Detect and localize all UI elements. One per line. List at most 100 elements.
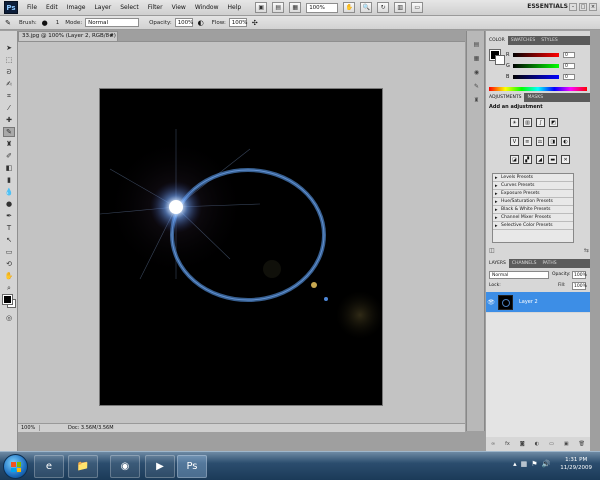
photo-filter-icon[interactable]: ◐ bbox=[561, 137, 570, 146]
new-adjustment-icon[interactable]: ⇆ bbox=[584, 247, 589, 254]
layer-row[interactable]: 👁 Layer 2 bbox=[486, 292, 590, 312]
color-spectrum[interactable] bbox=[489, 87, 587, 91]
selective-color-icon[interactable]: ✕ bbox=[561, 155, 570, 164]
menu-edit[interactable]: Edit bbox=[46, 4, 58, 11]
menu-layer[interactable]: Layer bbox=[94, 4, 111, 11]
adjustment-layer-icon[interactable]: ◐ bbox=[535, 441, 539, 447]
tab-channels[interactable]: CHANNELS bbox=[509, 259, 540, 268]
preset-item[interactable]: Channel Mixer Presets bbox=[493, 214, 573, 222]
exposure-icon[interactable]: ◩ bbox=[549, 118, 558, 127]
green-value[interactable]: 0 bbox=[563, 62, 575, 69]
tab-swatches[interactable]: SWATCHES bbox=[508, 36, 539, 45]
preset-item[interactable]: Levels Presets bbox=[493, 174, 573, 182]
menu-window[interactable]: Window bbox=[195, 4, 219, 11]
delete-layer-icon[interactable]: 🗑 bbox=[579, 441, 585, 447]
preset-item[interactable]: Curves Presets bbox=[493, 182, 573, 190]
brush-tool-icon[interactable]: ✎ bbox=[3, 18, 13, 27]
tab-masks[interactable]: MASKS bbox=[524, 93, 546, 102]
zoom-tool-icon[interactable]: ⌕ bbox=[3, 283, 15, 293]
minimize-icon[interactable]: – bbox=[569, 3, 577, 11]
clock[interactable]: 1:31 PM 11/29/2009 bbox=[560, 456, 592, 472]
preset-item[interactable]: Black & White Presets bbox=[493, 206, 573, 214]
lasso-tool-icon[interactable]: ᘐ bbox=[3, 67, 15, 77]
menu-help[interactable]: Help bbox=[228, 4, 242, 11]
view-extras-icon[interactable]: ▦ bbox=[289, 2, 302, 13]
path-select-tool-icon[interactable]: ↖ bbox=[3, 235, 15, 245]
mini-bridge-icon[interactable]: ▤ bbox=[272, 2, 285, 13]
menu-view[interactable]: View bbox=[172, 4, 186, 11]
rotate-view-icon[interactable]: ↻ bbox=[377, 2, 390, 13]
zoom-icon[interactable]: 🔍 bbox=[360, 2, 373, 13]
preset-item[interactable]: Selective Color Presets bbox=[493, 222, 573, 230]
3d-rotate-tool-icon[interactable]: ⟲ bbox=[3, 259, 15, 269]
move-tool-icon[interactable]: ➤ bbox=[3, 43, 15, 53]
layer-opacity-input[interactable]: 100% bbox=[572, 271, 587, 279]
new-layer-icon[interactable]: ▣ bbox=[564, 441, 569, 447]
dodge-tool-icon[interactable]: ● bbox=[3, 199, 15, 209]
menu-select[interactable]: Select bbox=[120, 4, 139, 11]
canvas-area[interactable] bbox=[18, 42, 465, 423]
workspace-switcher[interactable]: ESSENTIALS bbox=[527, 3, 568, 10]
red-slider[interactable] bbox=[513, 52, 559, 57]
brightness-icon[interactable]: ☀ bbox=[510, 118, 519, 127]
curves-icon[interactable]: ∫ bbox=[536, 118, 545, 127]
threshold-icon[interactable]: ◢ bbox=[535, 155, 545, 164]
green-slider[interactable] bbox=[513, 63, 559, 68]
opacity-input[interactable]: 100% bbox=[174, 18, 193, 27]
preset-item[interactable]: Exposure Presets bbox=[493, 190, 573, 198]
start-button[interactable] bbox=[3, 454, 28, 479]
blue-value[interactable]: 0 bbox=[563, 73, 575, 80]
show-hidden-icons-icon[interactable]: ▴ bbox=[513, 460, 517, 468]
shape-tool-icon[interactable]: ▭ bbox=[3, 247, 15, 257]
eye-icon[interactable]: 👁 bbox=[486, 299, 496, 306]
brush-tool-icon[interactable]: ✎ bbox=[3, 127, 15, 137]
tab-layers[interactable]: LAYERS bbox=[486, 259, 509, 268]
gradient-tool-icon[interactable]: ▮ bbox=[3, 175, 15, 185]
tab-styles[interactable]: STYLES bbox=[538, 36, 561, 45]
color-balance-icon[interactable]: ⚖ bbox=[535, 137, 545, 146]
brushes-panel-icon[interactable]: ✎ bbox=[471, 81, 482, 91]
gradient-map-icon[interactable]: ▬ bbox=[548, 155, 558, 164]
red-value[interactable]: 0 bbox=[563, 51, 575, 58]
foreground-color-swatch[interactable] bbox=[2, 294, 13, 305]
invert-icon[interactable]: ◪ bbox=[510, 155, 519, 164]
blue-slider[interactable] bbox=[513, 74, 559, 79]
brush-preset-picker[interactable]: ● bbox=[40, 18, 50, 27]
volume-icon[interactable]: 🔊 bbox=[542, 460, 551, 468]
media-player-icon[interactable]: ▶ bbox=[145, 455, 175, 478]
blend-mode-select[interactable]: Normal bbox=[489, 271, 549, 279]
menu-image[interactable]: Image bbox=[67, 4, 86, 11]
document-canvas[interactable] bbox=[100, 89, 382, 405]
add-mask-icon[interactable]: ◙ bbox=[520, 441, 525, 447]
flag-icon[interactable]: ⚑ bbox=[531, 460, 537, 468]
new-group-icon[interactable]: ▭ bbox=[549, 441, 554, 447]
quick-mask-icon[interactable]: ◎ bbox=[3, 313, 15, 323]
pen-tool-icon[interactable]: ✒ bbox=[3, 211, 15, 221]
blur-tool-icon[interactable]: 💧 bbox=[3, 187, 15, 197]
preset-item[interactable]: Hue/Saturation Presets bbox=[493, 198, 573, 206]
flow-input[interactable]: 100% bbox=[228, 18, 248, 27]
spot-healing-tool-icon[interactable]: ✚ bbox=[3, 115, 15, 125]
link-layers-icon[interactable]: ∞ bbox=[491, 441, 495, 447]
internet-explorer-icon[interactable]: e bbox=[34, 455, 64, 478]
vibrance-icon[interactable]: V bbox=[510, 137, 519, 146]
tablet-pressure-opacity-icon[interactable]: ◐ bbox=[196, 18, 206, 27]
crop-tool-icon[interactable]: ⌗ bbox=[3, 91, 15, 101]
clone-source-panel-icon[interactable]: ♜ bbox=[471, 95, 482, 105]
hand-icon[interactable]: ✋ bbox=[343, 2, 356, 13]
mode-select[interactable]: Normal bbox=[85, 18, 140, 27]
type-tool-icon[interactable]: T bbox=[3, 223, 15, 233]
status-zoom[interactable]: 100% bbox=[18, 425, 40, 431]
black-white-icon[interactable]: ◨ bbox=[548, 137, 558, 146]
tab-color[interactable]: COLOR bbox=[486, 36, 508, 45]
clone-stamp-tool-icon[interactable]: ♜ bbox=[3, 139, 15, 149]
fill-input[interactable]: 100% bbox=[572, 282, 587, 290]
close-document-icon[interactable]: × bbox=[109, 32, 114, 41]
network-icon[interactable]: ▦ bbox=[521, 460, 528, 468]
photoshop-taskbar-icon[interactable]: Ps bbox=[177, 455, 207, 478]
close-icon[interactable]: × bbox=[589, 3, 597, 11]
quick-select-tool-icon[interactable]: ✍ bbox=[3, 79, 15, 89]
marquee-tool-icon[interactable]: ⬚ bbox=[3, 55, 15, 65]
properties-panel-icon[interactable]: ▦ bbox=[471, 53, 482, 63]
screen-mode-icon[interactable]: ▭ bbox=[411, 2, 424, 13]
